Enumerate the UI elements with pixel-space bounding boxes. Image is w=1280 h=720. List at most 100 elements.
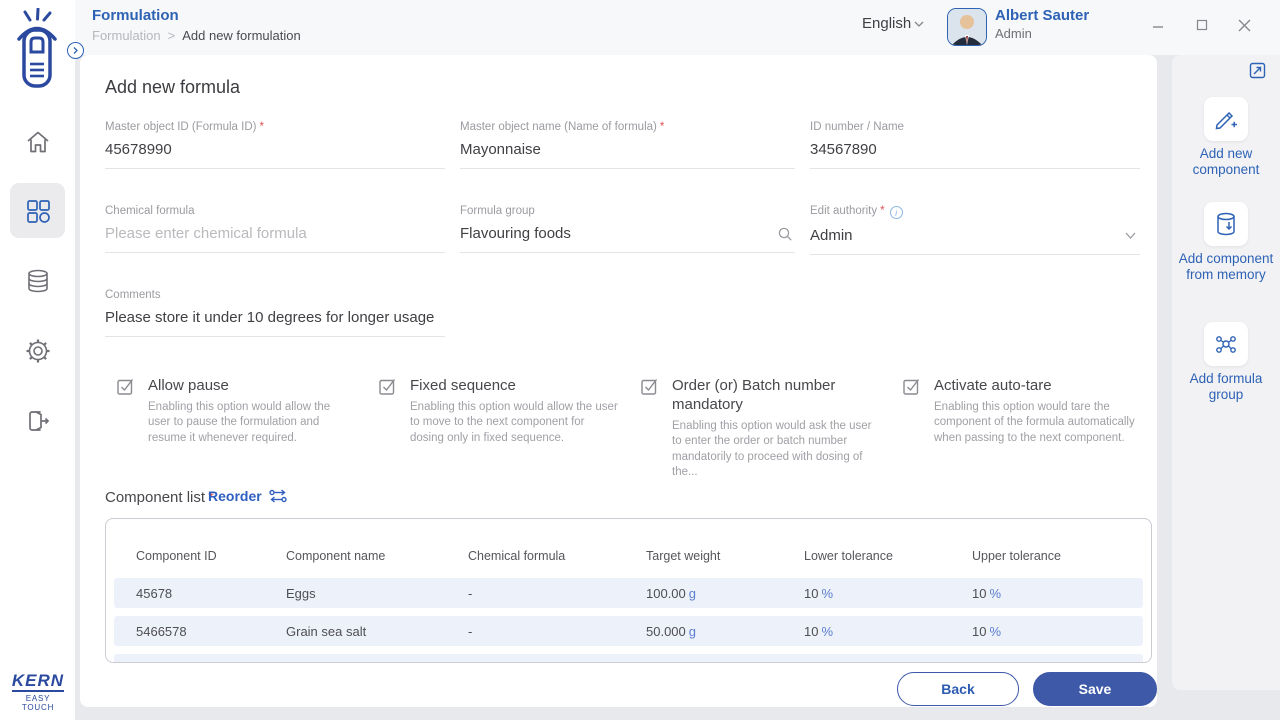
action-label: Add formula group [1189, 371, 1263, 403]
kern-brand-logo: KERN EASY TOUCH [9, 672, 67, 712]
chevron-down-icon [1123, 228, 1138, 247]
user-name[interactable]: Albert Sauter [995, 7, 1089, 24]
avatar-photo [948, 9, 986, 45]
comments-input[interactable]: Please store it under 10 degrees for lon… [105, 301, 445, 337]
right-action-panel: Add new component Add component from mem… [1172, 55, 1280, 690]
field-label: Master object name (Name of formula) [460, 121, 657, 133]
unit-label: g [688, 586, 696, 601]
field-edit-authority: Edit authority * i Admin [810, 205, 1140, 255]
sidebar-expand-button[interactable] [67, 42, 84, 59]
chevron-down-icon [914, 21, 924, 27]
search-icon[interactable] [777, 226, 793, 246]
field-label: Master object ID (Formula ID) [105, 121, 257, 133]
sidebar-item-apps[interactable] [10, 183, 65, 238]
cell-upper-tolerance: 10% [972, 624, 1002, 639]
sidebar-item-database[interactable] [10, 253, 65, 308]
column-header: Component name [286, 549, 386, 563]
field-label: Chemical formula [105, 205, 195, 217]
expand-panel-icon[interactable] [1249, 62, 1266, 79]
checkbox-description: Enabling this option would tare the comp… [934, 400, 1135, 444]
cell-target-weight: 100.00 g [646, 586, 696, 601]
column-header: Lower tolerance [804, 549, 893, 563]
table-row[interactable]: 5466578 Grain sea salt - 50.000 g 10% 10% [114, 616, 1143, 646]
main-content-card: Add new formula Master object ID (Formul… [80, 55, 1157, 707]
page-title: Formulation [92, 7, 179, 24]
field-formula-group: Formula group Flavouring foods [460, 205, 795, 253]
edit-authority-value: Admin [810, 227, 853, 244]
table-row[interactable]: 45678 Eggs - 100.00 g 10% 10% [114, 578, 1143, 608]
logout-icon [28, 410, 49, 431]
close-icon [1238, 19, 1250, 31]
checkbox-checked-icon [117, 379, 134, 395]
chevron-right-icon [73, 47, 78, 54]
pencil-plus-icon [1204, 97, 1248, 141]
checkbox-description: Enabling this option would allow the use… [148, 400, 331, 444]
add-component-from-memory-button[interactable]: Add component from memory [1172, 202, 1280, 284]
language-selector[interactable]: English [862, 15, 925, 32]
unit-label: g [696, 662, 703, 663]
form-heading: Add new formula [105, 77, 241, 97]
window-maximize-button[interactable] [1191, 14, 1213, 36]
edit-authority-dropdown[interactable]: Admin [810, 219, 1140, 255]
info-icon[interactable]: i [889, 206, 903, 219]
cell-chemical-formula: - [468, 586, 473, 601]
minimize-icon [1153, 26, 1163, 28]
checkbox-checked-icon [641, 379, 658, 395]
cell-component-id: 45678 [136, 586, 173, 601]
field-comments: Comments Please store it under 10 degree… [105, 289, 445, 337]
checkbox-allow-pause[interactable]: Allow pause Enabling this option would a… [117, 377, 372, 446]
field-label: ID number / Name [810, 121, 904, 133]
field-label: Formula group [460, 205, 535, 217]
reorder-button[interactable]: Reorder [208, 488, 288, 504]
sidebar-item-home[interactable] [10, 114, 65, 169]
breadcrumb: Formulation > Add new formulation [92, 28, 301, 43]
field-master-object-name: Master object name (Name of formula) * Ma… [460, 121, 795, 169]
sidebar-item-settings[interactable] [10, 323, 65, 378]
top-header: Formulation Formulation > Add new formulat… [75, 0, 1280, 55]
field-label: Edit authority [810, 205, 878, 217]
checkbox-order-batch-mandatory[interactable]: Order (or) Batch number mandatory Enabli… [641, 377, 891, 481]
window-close-button[interactable] [1233, 14, 1255, 36]
field-id-number: ID number / Name 34567890 [810, 121, 1140, 169]
master-object-name-input[interactable]: Mayonnaise [460, 133, 795, 169]
field-master-object-id: Master object ID (Formula ID) * 45678990 [105, 121, 445, 169]
cell-component-id: 45676 [136, 662, 172, 663]
gear-icon [26, 339, 49, 362]
back-button[interactable]: Back [897, 672, 1019, 706]
chemical-formula-input[interactable]: Please enter chemical formula [105, 217, 445, 253]
unit-label: % [989, 662, 1001, 663]
easy-touch-logo-icon [11, 7, 63, 95]
component-list-label: Component list [105, 489, 206, 506]
sidebar-item-logout[interactable] [10, 393, 65, 448]
add-new-component-button[interactable]: Add new component [1172, 97, 1280, 179]
field-chemical-formula: Chemical formula Please enter chemical f… [105, 205, 445, 253]
breadcrumb-parent[interactable]: Formulation [92, 28, 161, 43]
master-object-id-input[interactable]: 45678990 [105, 133, 445, 169]
checkbox-activate-auto-tare[interactable]: Activate auto-tare Enabling this option … [903, 377, 1148, 446]
avatar[interactable] [947, 8, 987, 46]
window-minimize-button[interactable] [1147, 14, 1169, 36]
cell-lower-tolerance: 10% [804, 662, 833, 663]
apps-grid-icon [26, 199, 50, 223]
checkbox-label: Order (or) Batch number mandatory [672, 377, 836, 413]
id-number-input[interactable]: 34567890 [810, 133, 1140, 169]
checkbox-fixed-sequence[interactable]: Fixed sequence Enabling this option woul… [379, 377, 634, 446]
database-download-icon [1204, 202, 1248, 246]
language-label: English [862, 15, 912, 32]
column-header: Chemical formula [468, 549, 566, 563]
checkbox-label: Allow pause [148, 377, 229, 394]
unit-label: % [821, 662, 833, 663]
cell-component-id: 5466578 [136, 624, 187, 639]
application-window: Formulation Formulation > Add new formulat… [0, 0, 1280, 720]
action-label: Add component from memory [1178, 251, 1274, 283]
checkbox-checked-icon [903, 379, 920, 395]
reorder-icon [268, 489, 287, 503]
kern-logo-subtext: EASY TOUCH [21, 693, 55, 712]
formula-group-input[interactable]: Flavouring foods [460, 217, 795, 253]
molecule-group-icon [1204, 322, 1248, 366]
table-row[interactable]: 45676 New flavoured oil 200.000g 10% 10% [114, 654, 1143, 663]
cell-component-name: Grain sea salt [286, 624, 367, 639]
add-formula-group-button[interactable]: Add formula group [1172, 322, 1280, 404]
kern-logo-text: KERN [11, 671, 65, 692]
save-button[interactable]: Save [1033, 672, 1157, 706]
